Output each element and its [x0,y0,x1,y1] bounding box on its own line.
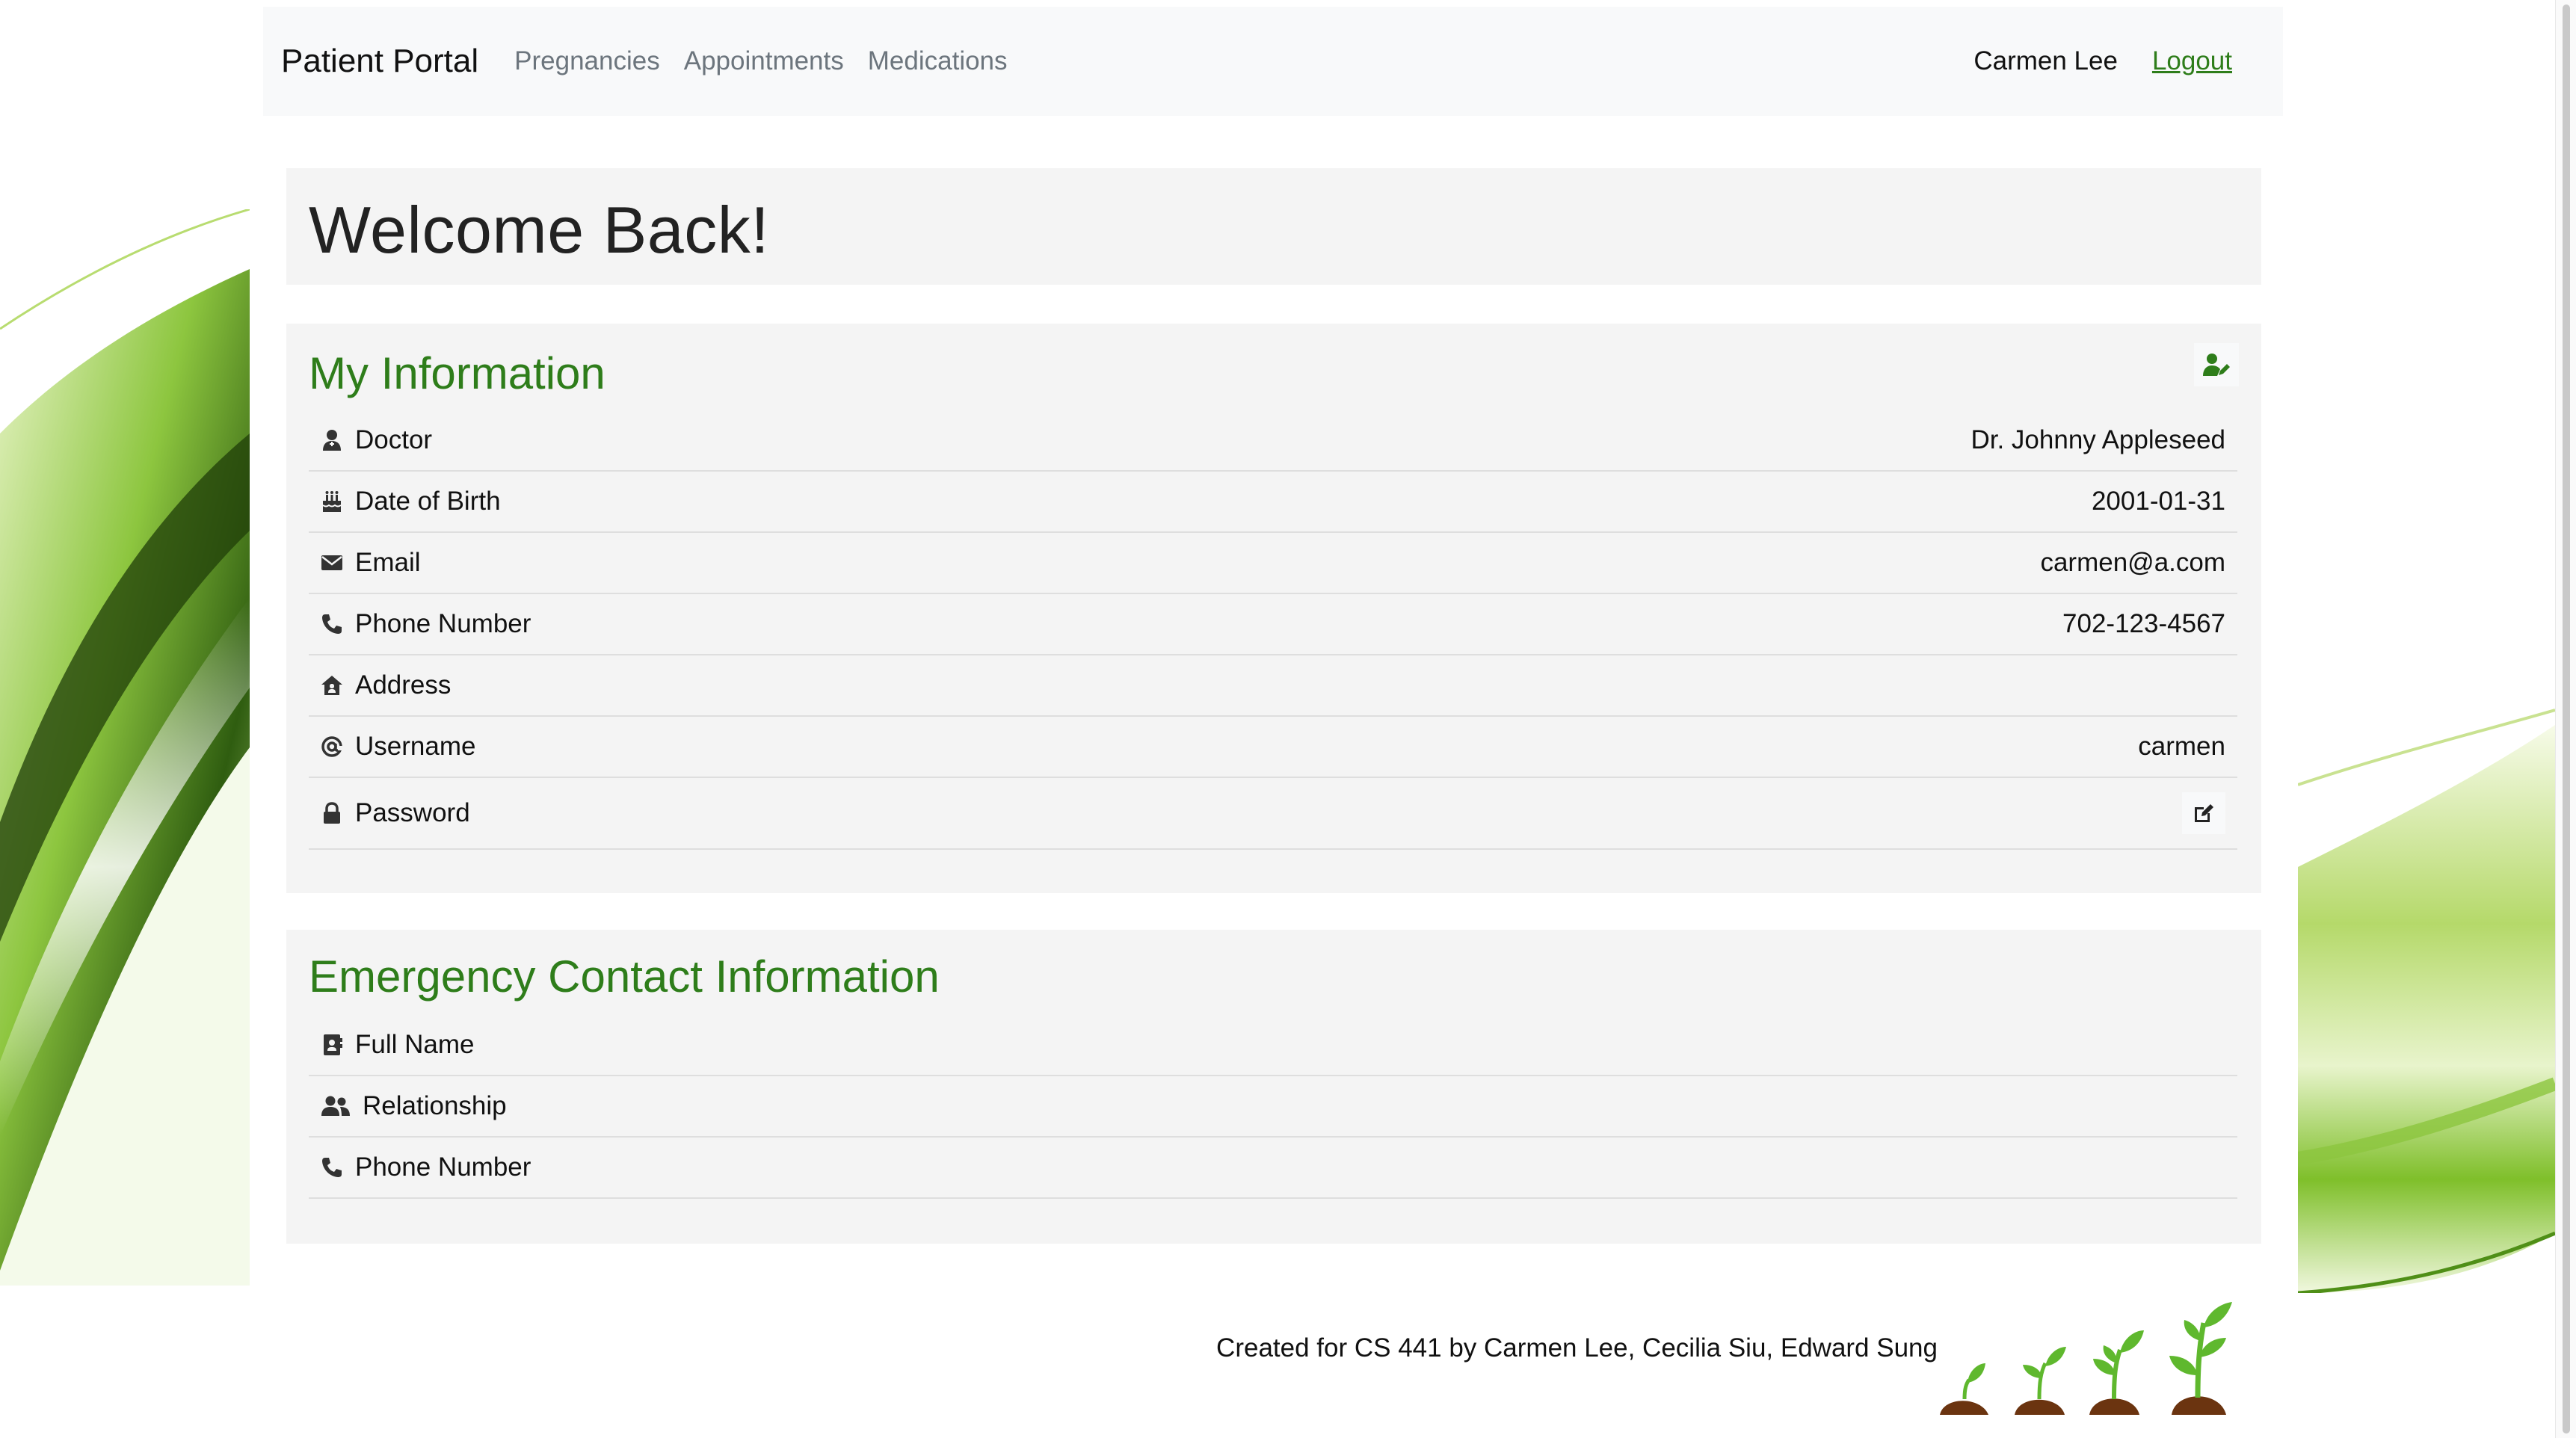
info-label: Address [355,670,452,700]
info-row-phone-number: Phone Number 702-123-4567 [309,594,2237,655]
phone-icon [321,613,343,635]
my-information-list: Doctor Dr. Johnny Appleseed Date of Birt… [309,410,2237,850]
info-label: Doctor [355,425,433,454]
page-title: Welcome Back! [309,193,770,267]
contact-row-full-name: Full Name [309,1015,2237,1076]
my-information-panel: My Information Doctor Dr. Johnny Applese… [286,324,2261,893]
contact-label: Phone Number [355,1152,531,1182]
at-icon [321,735,343,758]
scrollbar[interactable] [2555,0,2576,1438]
edit-password-button[interactable] [2182,792,2225,834]
envelope-icon [321,552,343,574]
decorative-leaf-swoosh-left [0,209,250,1286]
info-label: Username [355,732,476,761]
emergency-contact-list: Full Name Relationship Phone Number [309,1015,2237,1199]
user-doctor-icon [321,429,343,451]
info-label: Email [355,548,421,577]
current-user-name: Carmen Lee [1973,46,2118,75]
contact-row-phone-number: Phone Number [309,1138,2237,1199]
info-row-doctor: Doctor Dr. Johnny Appleseed [309,410,2237,472]
info-row-date-of-birth: Date of Birth 2001-01-31 [309,472,2237,533]
footer-credit: Created for CS 441 by Carmen Lee, Cecili… [1216,1333,1938,1363]
emergency-contact-panel: Emergency Contact Information Full Name … [286,930,2261,1244]
navbar-user-area: Carmen Lee Logout [1973,46,2265,76]
top-navbar: Patient Portal Pregnancies Appointments … [263,7,2283,116]
emergency-contact-title: Emergency Contact Information [309,951,940,1002]
info-value: 2001-01-31 [2091,487,2225,516]
welcome-panel: Welcome Back! [286,168,2261,285]
info-label: Phone Number [355,609,531,638]
info-value: 702-123-4567 [2062,609,2225,638]
info-value: Dr. Johnny Appleseed [1970,425,2225,454]
contact-label: Full Name [355,1030,475,1059]
house-icon [321,674,343,697]
scrollbar-thumb[interactable] [2563,4,2570,1434]
edit-profile-button[interactable] [2194,343,2239,386]
address-card-icon [321,1034,343,1056]
brand-link[interactable]: Patient Portal [281,43,478,80]
contact-label: Relationship [363,1091,507,1120]
info-row-email: Email carmen@a.com [309,533,2237,594]
phone-icon [321,1156,343,1179]
my-information-title: My Information [309,348,606,398]
nav-link-pregnancies[interactable]: Pregnancies [514,46,660,76]
lock-icon [321,802,343,824]
sprouts-growth-icon [1940,1302,2232,1415]
info-value: carmen [2138,732,2225,761]
logout-link[interactable]: Logout [2152,46,2232,76]
decorative-leaf-swoosh-right [2298,709,2555,1293]
user-edit-icon [2203,354,2230,376]
pen-to-square-icon [2195,804,2213,822]
info-row-username: Username carmen [309,717,2237,778]
nav-link-medications[interactable]: Medications [868,46,1008,76]
info-label: Password [355,798,470,827]
contact-row-relationship: Relationship [309,1076,2237,1138]
info-label: Date of Birth [355,487,501,516]
nav-link-appointments[interactable]: Appointments [684,46,844,76]
info-row-password: Password [309,778,2237,850]
users-icon [321,1095,351,1117]
info-row-address: Address [309,655,2237,717]
birthday-cake-icon [321,490,343,513]
info-value: carmen@a.com [2040,548,2225,577]
